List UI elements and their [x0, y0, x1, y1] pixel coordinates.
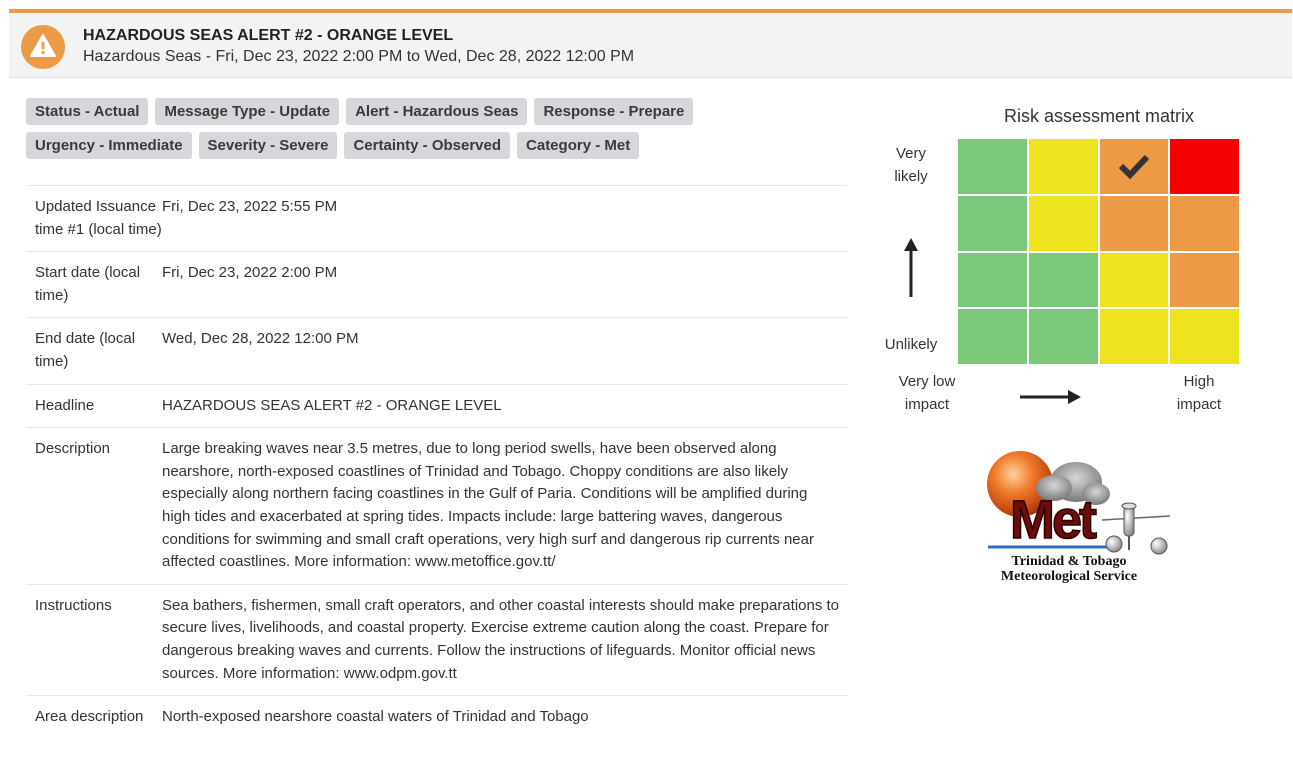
detail-label: Description: [35, 440, 111, 458]
table-row: Instructions Sea bathers, fishermen, sma…: [26, 584, 847, 695]
risk-cell-r1-c2: [1099, 195, 1169, 251]
logo-mark: Met: [1010, 490, 1097, 550]
detail-label: Headline: [35, 396, 95, 414]
table-row: Description Large breaking waves near 3.…: [26, 427, 847, 585]
detail-label: Start date (local time): [35, 264, 141, 304]
tag-row-1: Status - Actual Message Type - Update Al…: [26, 98, 726, 125]
logo-text-line1: Trinidad & Tobago: [1011, 554, 1127, 569]
table-row: Area description North-exposed nearshore…: [26, 695, 847, 739]
risk-matrix-title: Risk assessment matrix: [1003, 106, 1195, 126]
risk-cell-r0-c1: [1028, 139, 1098, 194]
logo-text-line2: Meteorological Service: [1000, 569, 1138, 584]
alert-title: HAZARDOUS SEAS ALERT #2 - ORANGE LEVEL: [83, 27, 454, 44]
detail-value: Fri, Dec 23, 2022 5:55 PM: [162, 198, 338, 215]
warning-icon: [21, 25, 65, 69]
likelihood-high-label: Very likely: [894, 145, 928, 185]
table-row: Start date (local time) Fri, Dec 23, 202…: [26, 251, 847, 318]
risk-cell-r2-c3: [1170, 252, 1239, 308]
alert-subtitle: Hazardous Seas - Fri, Dec 23, 2022 2:00 …: [83, 48, 635, 65]
risk-cell-r0-c2: [1099, 139, 1169, 194]
impact-high-label: High impact: [1176, 373, 1222, 413]
detail-value: Wed, Dec 28, 2022 12:00 PM: [162, 330, 359, 348]
detail-label: Instructions: [35, 596, 112, 614]
risk-cell-r3-c0: [958, 309, 1027, 364]
tag-alert: Alert - Hazardous Seas: [346, 98, 528, 125]
tag-row-2: Urgency - Immediate Severity - Severe Ce…: [26, 132, 726, 159]
alert-tags: Status - Actual Message Type - Update Al…: [26, 98, 726, 166]
detail-value: Fri, Dec 23, 2022 2:00 PM: [162, 264, 338, 282]
tag-certainty: Certainty - Observed: [344, 132, 511, 159]
detail-label: Area description: [35, 708, 144, 726]
detail-value: North-exposed nearshore coastal waters o…: [162, 708, 589, 726]
arrow-up-icon: [904, 238, 918, 297]
table-row: End date (local time) Wed, Dec 28, 2022 …: [26, 317, 847, 384]
detail-label: Updated Issuance time #1 (local time): [35, 198, 162, 238]
impact-low-label: Very low impact: [898, 373, 956, 413]
risk-cell-r2-c2: [1099, 252, 1169, 308]
detail-value: Large breaking waves near 3.5 metres, du…: [162, 440, 814, 571]
risk-cell-r3-c2: [1099, 309, 1169, 364]
risk-cell-r3-c1: [1028, 309, 1098, 364]
risk-cell-r1-c1: [1028, 195, 1098, 251]
risk-cell-r1-c0: [958, 195, 1027, 251]
checkmark-icon: [1118, 155, 1150, 180]
risk-cell-r0-c0: [958, 139, 1027, 194]
arrow-right-icon: [1020, 390, 1081, 404]
risk-matrix: [958, 139, 1239, 364]
detail-value: HAZARDOUS SEAS ALERT #2 - ORANGE LEVEL: [162, 396, 502, 414]
tag-severity: Severity - Severe: [198, 132, 338, 159]
risk-cell-r1-c3: [1170, 195, 1239, 251]
tag-urgency: Urgency - Immediate: [26, 132, 192, 159]
table-row: Updated Issuance time #1 (local time) Fr…: [26, 185, 847, 252]
risk-cell-r3-c3: [1170, 309, 1239, 364]
tag-status: Status - Actual: [26, 98, 149, 125]
risk-cell-r0-c3: [1170, 139, 1239, 194]
tag-message-type: Message Type - Update: [155, 98, 340, 125]
alert-details-table: Updated Issuance time #1 (local time) Fr…: [26, 185, 847, 739]
table-row: Headline HAZARDOUS SEAS ALERT #2 - ORANG…: [26, 384, 847, 428]
risk-cell-r2-c0: [958, 252, 1027, 308]
detail-value: Sea bathers, fishermen, small craft oper…: [162, 596, 840, 682]
tag-category: Category - Met: [517, 132, 640, 159]
tag-response: Response - Prepare: [534, 98, 694, 125]
alert-header: HAZARDOUS SEAS ALERT #2 - ORANGE LEVEL H…: [9, 9, 1292, 78]
detail-label: End date (local time): [35, 330, 136, 370]
likelihood-low-label: Unlikely: [884, 336, 938, 353]
risk-cell-r2-c1: [1028, 252, 1098, 308]
